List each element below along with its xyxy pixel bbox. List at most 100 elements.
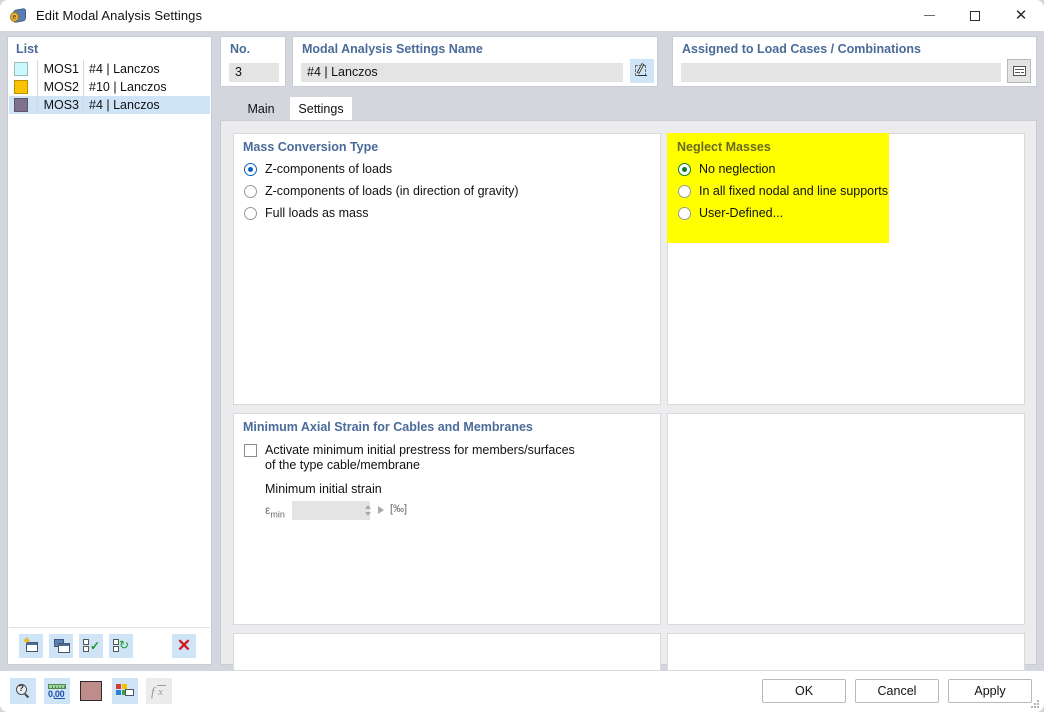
minimize-icon	[923, 15, 935, 16]
mass-option-z-components[interactable]: Z-components of loads	[244, 162, 392, 176]
spinner-up-icon[interactable]	[365, 505, 371, 509]
list-toolbar: ✦ ✓ ↻ ✕	[9, 627, 210, 663]
bottom-left-panel	[233, 633, 661, 671]
assigned-label: Assigned to Load Cases / Combinations	[682, 42, 921, 56]
radio-icon	[678, 162, 691, 176]
list-item[interactable]: MOS1 #4 | Lanczos	[9, 60, 210, 78]
close-button[interactable]: ✕	[998, 0, 1044, 31]
legend-button[interactable]	[112, 678, 138, 704]
red-x-icon: ✕	[176, 636, 192, 655]
radio-icon	[678, 206, 691, 220]
assigned-select-button[interactable]	[1007, 59, 1031, 83]
name-edit-button[interactable]	[630, 59, 654, 83]
apply-button[interactable]: Apply	[948, 679, 1032, 703]
formula-button[interactable]: fx	[146, 678, 172, 704]
maximize-button[interactable]	[952, 0, 998, 31]
new-window-star-icon: ✦	[23, 637, 39, 652]
magnifier-question-icon: ?	[15, 683, 31, 699]
ok-button[interactable]: OK	[762, 679, 846, 703]
bottom-right-panel	[667, 633, 1025, 671]
min-axial-strain-title: Minimum Axial Strain for Cables and Memb…	[243, 420, 533, 434]
list-panel-title: List	[16, 42, 39, 56]
list-item-color-cell	[9, 60, 37, 78]
tab-main[interactable]: Main	[232, 97, 290, 120]
tab-settings[interactable]: Settings	[290, 97, 352, 120]
name-label: Modal Analysis Settings Name	[302, 42, 483, 56]
spinner-stepper[interactable]	[363, 501, 373, 520]
dialog-footer: ? 0,00 fx OK Cancel Apply	[0, 671, 1044, 712]
copy-item-button[interactable]	[49, 633, 73, 658]
mass-conversion-title: Mass Conversion Type	[243, 140, 379, 154]
mass-option-label: Full loads as mass	[265, 206, 369, 220]
find-button[interactable]: ?	[10, 678, 36, 704]
number-input[interactable]: 3	[229, 63, 279, 82]
list-item-color-cell	[9, 78, 37, 96]
dialog-actions: OK Cancel Apply	[762, 679, 1032, 703]
copy-window-icon	[53, 639, 70, 653]
color-button[interactable]	[78, 678, 104, 704]
pencil-edit-icon	[635, 62, 649, 78]
list-item-key: MOS2	[43, 80, 79, 94]
epsilon-subscript: min	[270, 509, 285, 520]
min-initial-strain-unit: [‰]	[390, 503, 408, 515]
epsilon-min-symbol: εmin	[265, 503, 285, 520]
modal-analysis-icon: e	[10, 7, 28, 25]
new-item-button[interactable]: ✦	[19, 633, 43, 658]
legend-icon	[116, 683, 134, 699]
mass-conversion-section: Mass Conversion Type Z-components of loa…	[233, 133, 661, 405]
spinner-play-icon[interactable]	[378, 506, 384, 514]
activate-prestress-checkbox-row[interactable]: Activate minimum initial prestress for m…	[244, 443, 575, 473]
delete-item-button[interactable]: ✕	[172, 633, 196, 658]
tab-content-settings: Mass Conversion Type Z-components of loa…	[220, 120, 1037, 671]
resize-grip[interactable]	[1030, 699, 1040, 709]
name-input[interactable]: #4 | Lanczos	[301, 63, 623, 82]
mass-option-full-loads[interactable]: Full loads as mass	[244, 206, 369, 220]
spinner-down-icon[interactable]	[365, 512, 371, 516]
neglect-option-no-neglection[interactable]: No neglection	[678, 162, 775, 176]
neglect-option-label: In all fixed nodal and line supports	[699, 184, 889, 198]
list-item[interactable]: MOS3 #4 | Lanczos	[9, 96, 210, 114]
radio-icon	[678, 184, 691, 198]
mass-option-z-components-gravity[interactable]: Z-components of loads (in direction of g…	[244, 184, 519, 198]
color-swatch-icon	[14, 98, 28, 112]
list-item-description: #4 | Lanczos	[89, 98, 160, 112]
number-format-icon: 0,00	[48, 683, 66, 699]
neglect-masses-section: Neglect Masses No neglection In all fixe…	[667, 133, 889, 243]
invert-selection-button[interactable]: ↻	[109, 633, 133, 658]
activate-prestress-line2: of the type cable/membrane	[265, 458, 420, 472]
checkboxes-refresh-icon: ↻	[113, 638, 129, 653]
list-item-description: #4 | Lanczos	[89, 62, 160, 76]
assigned-input[interactable]	[681, 63, 1001, 82]
checkbox-icon[interactable]	[244, 444, 257, 457]
minimize-button[interactable]	[906, 0, 952, 31]
window-title: Edit Modal Analysis Settings	[36, 8, 203, 23]
neglect-option-fixed-supports[interactable]: In all fixed nodal and line supports	[678, 184, 888, 198]
list-item-color-cell	[9, 96, 37, 114]
number-card: No. 3	[220, 36, 286, 87]
radio-icon	[244, 206, 257, 220]
assigned-card: Assigned to Load Cases / Combinations	[672, 36, 1037, 87]
min-axial-strain-section: Minimum Axial Strain for Cables and Memb…	[233, 413, 661, 625]
decimal-places-button[interactable]: 0,00	[44, 678, 70, 704]
min-initial-strain-label: Minimum initial strain	[265, 482, 382, 496]
cancel-button[interactable]: Cancel	[855, 679, 939, 703]
neglect-option-label: User-Defined...	[699, 206, 784, 220]
number-label: No.	[230, 42, 251, 56]
color-swatch-icon	[80, 681, 102, 701]
close-icon: ✕	[1014, 7, 1028, 24]
color-swatch-icon	[14, 62, 28, 76]
list-item[interactable]: MOS2 #10 | Lanczos	[9, 78, 210, 96]
tab-strip: Main Settings	[220, 97, 1037, 120]
neglect-option-user-defined[interactable]: User-Defined...	[678, 206, 783, 220]
window-controls: ✕	[906, 0, 1044, 31]
select-all-button[interactable]: ✓	[79, 633, 103, 658]
activate-prestress-line1: Activate minimum initial prestress for m…	[265, 443, 575, 457]
neglect-masses-title: Neglect Masses	[677, 140, 771, 154]
list-item-key: MOS1	[43, 62, 79, 76]
title-bar: e Edit Modal Analysis Settings ✕	[0, 0, 1044, 31]
footer-tool-bar: ? 0,00 fx	[10, 678, 172, 704]
activate-prestress-text: Activate minimum initial prestress for m…	[265, 443, 575, 473]
min-initial-strain-input[interactable]	[292, 501, 370, 520]
neglect-option-label: No neglection	[699, 162, 776, 176]
name-card: Modal Analysis Settings Name #4 | Lanczo…	[292, 36, 658, 87]
